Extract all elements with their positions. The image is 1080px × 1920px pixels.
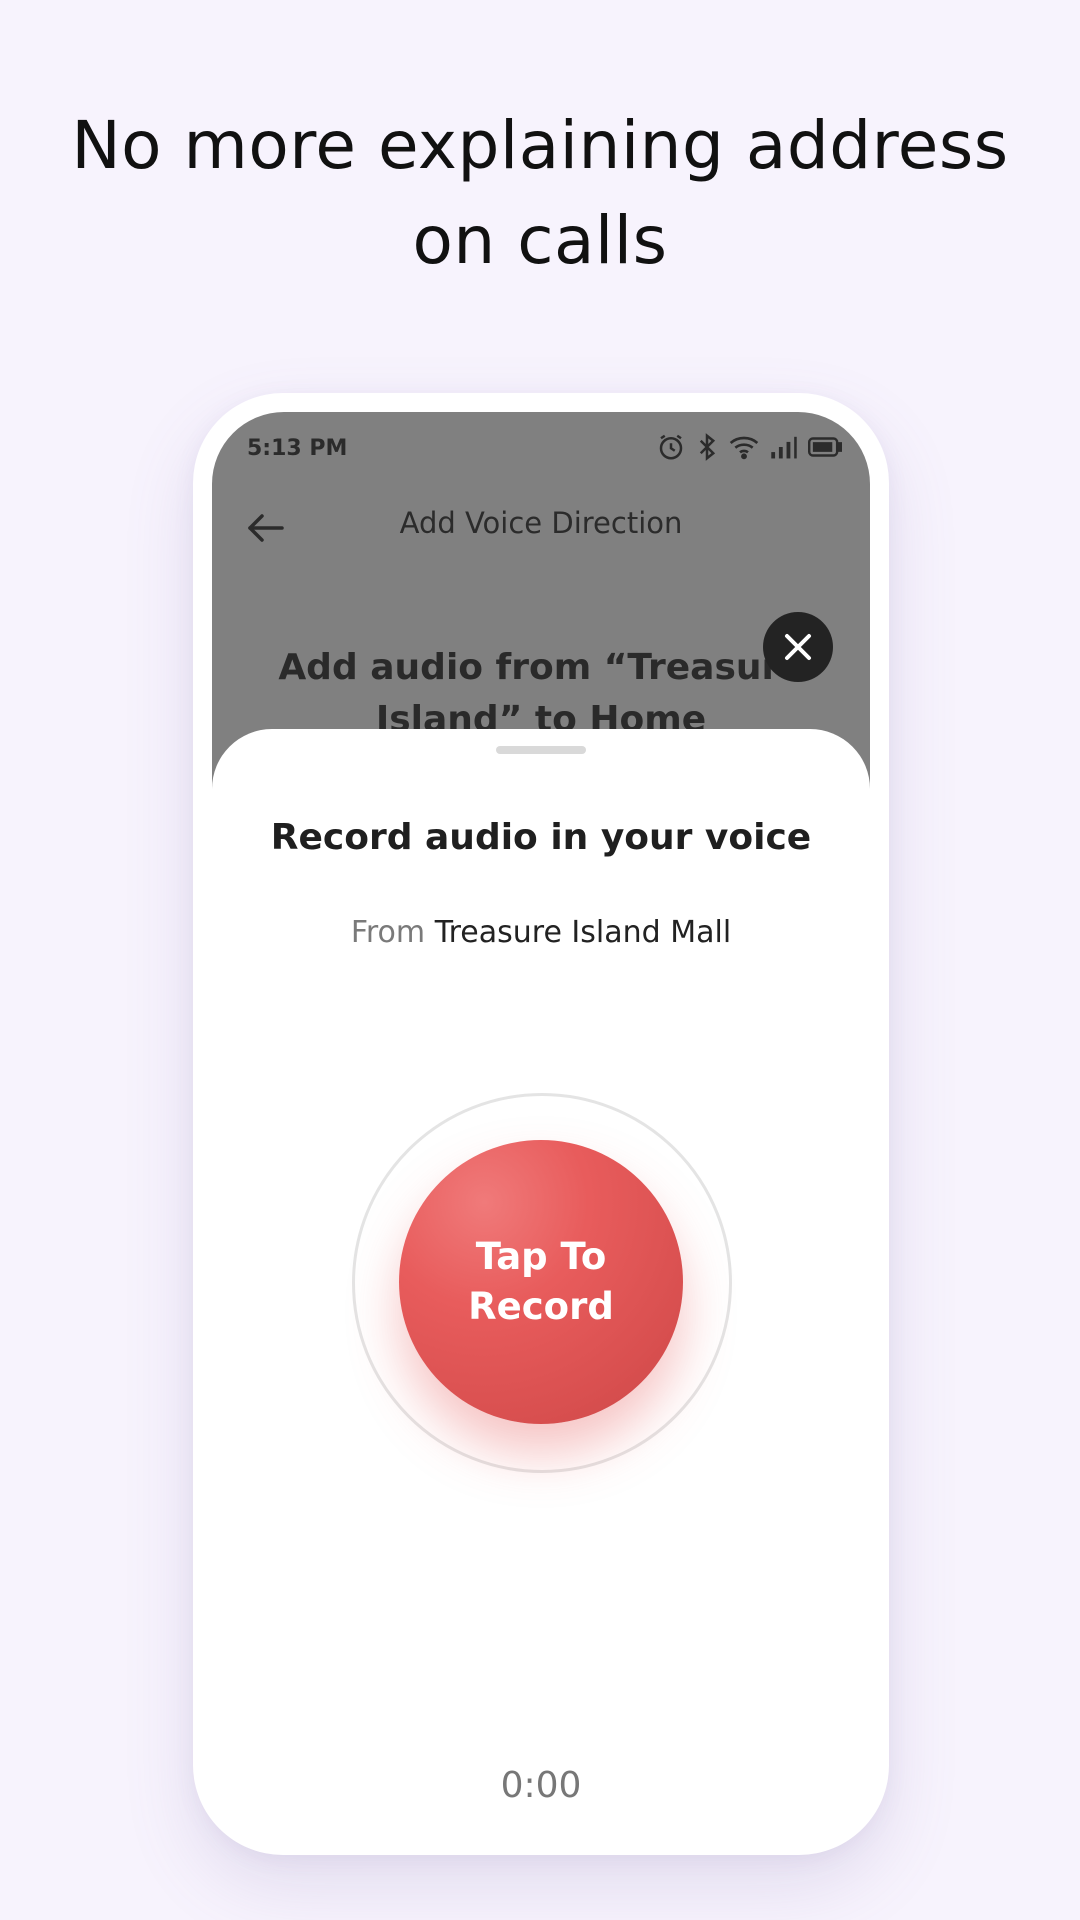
record-button-label: Tap To Record [468, 1235, 614, 1328]
record-bottom-sheet: Record audio in your voice From Treasure… [212, 729, 870, 1836]
alarm-icon [659, 434, 683, 460]
status-time: 5:13 PM [247, 436, 348, 461]
record-button[interactable]: Tap To Record [399, 1140, 683, 1424]
wifi-icon [729, 436, 759, 460]
recording-timer: 0:00 [500, 1765, 582, 1806]
signal-icon [771, 436, 797, 459]
app-bar-title: Add Voice Direction [399, 506, 683, 540]
status-icons [656, 432, 842, 462]
promo-headline: No more explaining address on calls [71, 107, 1009, 279]
from-place: Treasure Island Mall [434, 915, 732, 950]
sheet-title: Record audio in your voice [270, 817, 812, 858]
from-location-line: From Treasure Island Mall [212, 915, 870, 950]
from-label: From [350, 915, 426, 950]
phone-screen: 5:13 PM Add Voice Direction Add audio fr… [212, 412, 870, 1836]
close-button[interactable] [763, 612, 833, 682]
close-icon [785, 634, 811, 660]
bluetooth-icon [699, 433, 716, 461]
battery-icon [808, 437, 842, 457]
phone-frame: 5:13 PM Add Voice Direction Add audio fr… [193, 393, 889, 1855]
sheet-drag-handle[interactable] [496, 746, 586, 754]
